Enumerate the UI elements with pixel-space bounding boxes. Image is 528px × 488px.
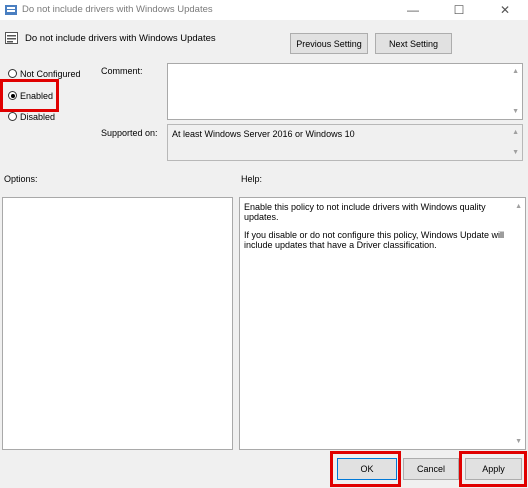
radio-disabled[interactable] [8, 112, 17, 121]
highlight-enabled [0, 79, 59, 112]
supported-on-label: Supported on: [101, 128, 158, 138]
scroll-down-icon[interactable]: ▼ [512, 108, 519, 115]
supported-on-field: At least Windows Server 2016 or Windows … [167, 124, 523, 161]
title-bar: Do not include drivers with Windows Upda… [0, 0, 528, 20]
comment-label: Comment: [101, 66, 143, 76]
radio-not-configured[interactable] [8, 69, 17, 78]
scroll-up-icon[interactable]: ▲ [512, 68, 519, 75]
policy-name: Do not include drivers with Windows Upda… [25, 33, 216, 44]
policy-app-icon [5, 5, 17, 15]
radio-disabled-label[interactable]: Disabled [20, 112, 55, 122]
scroll-down-icon[interactable]: ▼ [515, 438, 522, 445]
scroll-up-icon: ▲ [512, 129, 519, 136]
help-paragraph-1: Enable this policy to not include driver… [244, 202, 486, 222]
scroll-up-icon[interactable]: ▲ [515, 203, 522, 210]
help-paragraph-2: If you disable or do not configure this … [244, 230, 504, 250]
highlight-ok [330, 451, 401, 487]
scroll-down-icon: ▼ [512, 149, 519, 156]
help-label: Help: [241, 174, 263, 184]
cancel-button[interactable]: Cancel [403, 458, 459, 480]
radio-not-configured-label[interactable]: Not Configured [20, 69, 81, 79]
help-text: Enable this policy to not include driver… [244, 202, 506, 258]
options-panel [2, 197, 233, 450]
close-button[interactable]: ✕ [482, 0, 528, 20]
next-setting-button[interactable]: Next Setting [375, 33, 452, 54]
supported-on-value: At least Windows Server 2016 or Windows … [172, 129, 355, 139]
options-label: Options: [4, 174, 38, 184]
help-panel: Enable this policy to not include driver… [239, 197, 526, 450]
policy-setting-icon [5, 32, 18, 44]
previous-setting-button[interactable]: Previous Setting [290, 33, 368, 54]
maximize-button[interactable]: ☐ [436, 0, 482, 20]
highlight-apply [459, 451, 527, 487]
minimize-button[interactable]: — [390, 0, 436, 20]
window-title: Do not include drivers with Windows Upda… [22, 4, 213, 15]
comment-textarea[interactable]: ▲ ▼ [167, 63, 523, 120]
